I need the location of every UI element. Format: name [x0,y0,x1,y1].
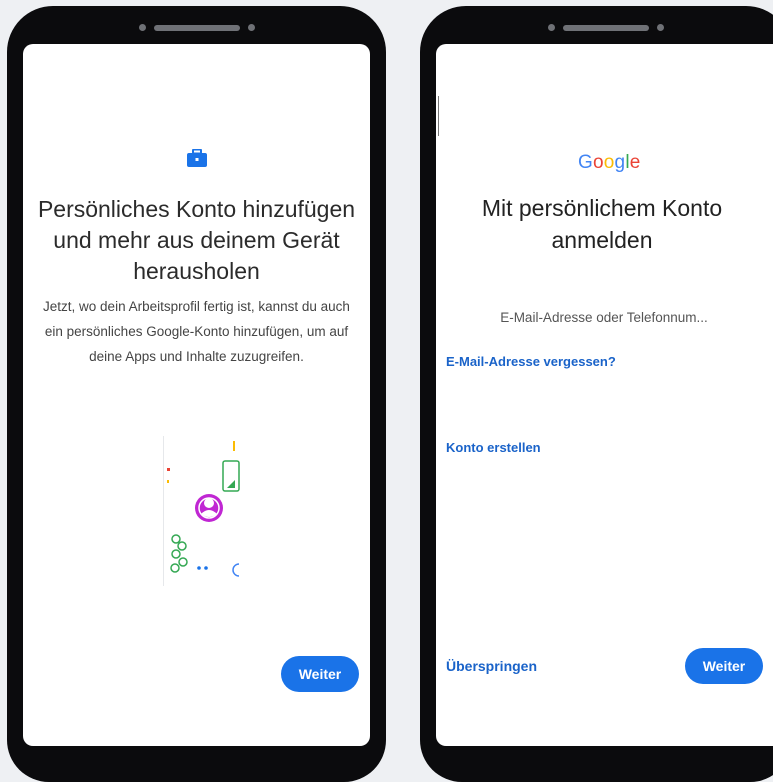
forgot-email-link[interactable]: E-Mail-Adresse vergessen? [446,354,616,369]
speaker-grille [138,24,255,31]
email-field[interactable] [458,299,750,335]
briefcase-icon [186,149,207,167]
create-account-link[interactable]: Konto erstellen [446,440,541,455]
google-logo: Google [578,152,641,173]
screen-edge [438,96,439,136]
google-sign-in-screen: Google Mit persönlichem Konto anmelden E… [436,44,773,746]
phone-right: Google Mit persönlichem Konto anmelden E… [420,6,773,782]
next-button[interactable]: Weiter [281,656,359,692]
phone-left: Persönliches Konto hinzufügen und mehr a… [7,6,386,782]
skip-button[interactable]: Überspringen [446,658,537,674]
work-profile-screen: Persönliches Konto hinzufügen und mehr a… [23,44,370,746]
page-title: Persönliches Konto hinzufügen und mehr a… [37,196,356,284]
sign-in-title: Mit persönlichem Konto anmelden [481,195,723,253]
next-button[interactable]: Weiter [685,648,763,684]
description-text: Jetzt, wo dein Arbeitsprofil fertig ist,… [43,299,350,364]
speaker-grille [548,24,664,31]
profile-illustration [163,436,240,586]
